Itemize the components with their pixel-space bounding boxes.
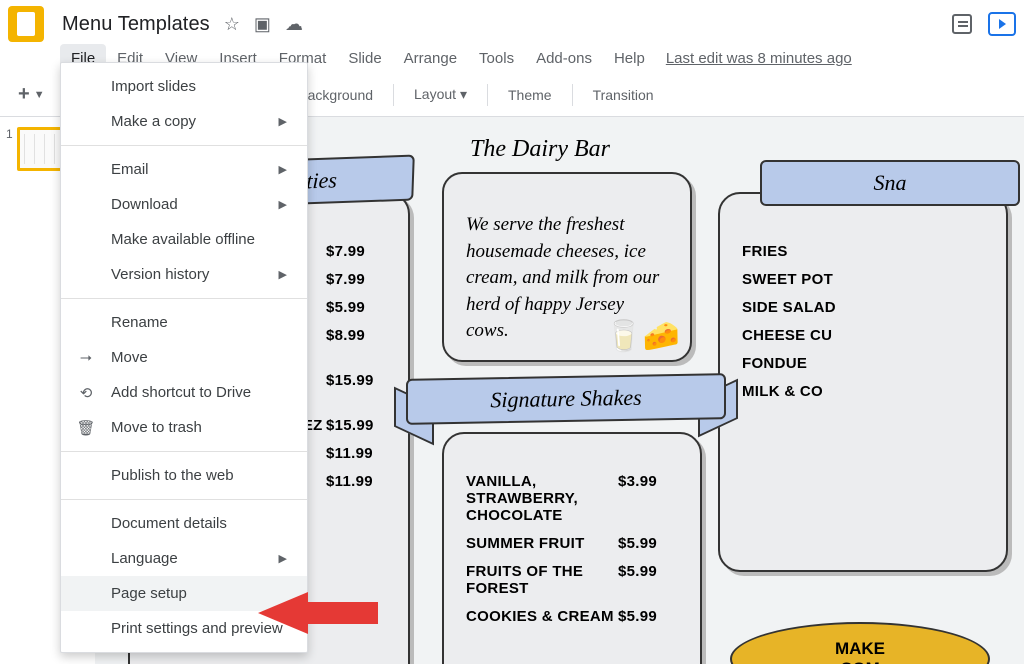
menuitem-icon: ⭢	[77, 349, 95, 367]
menuitem-add-shortcut-to-drive[interactable]: ⟲Add shortcut to Drive	[61, 375, 307, 410]
menuitem-version-history[interactable]: Version history▶	[61, 257, 307, 292]
menuitem-icon: 🗑	[77, 419, 95, 437]
layout-button[interactable]: Layout ▾	[406, 82, 475, 107]
combo-badge: MAKE COM	[730, 622, 990, 664]
present-button[interactable]	[988, 12, 1016, 36]
annotation-arrow-icon	[258, 592, 378, 632]
menuitem-make-a-copy[interactable]: Make a copy▶	[61, 104, 307, 139]
file-menu-dropdown: Import slidesMake a copy▶ Email▶Download▶…	[60, 62, 308, 653]
menu-item-row: Sweet Pot	[742, 271, 984, 288]
slides-logo-icon[interactable]	[8, 6, 44, 42]
move-folder-icon[interactable]: ▣	[254, 14, 271, 35]
menuitem-email[interactable]: Email▶	[61, 152, 307, 187]
submenu-arrow-icon: ▶	[279, 268, 287, 281]
menuitem-document-details[interactable]: Document details	[61, 506, 307, 541]
slide-thumb-number: 1	[6, 127, 13, 171]
menuitem-publish-to-the-web[interactable]: Publish to the web	[61, 458, 307, 493]
menuitem-move-to-trash[interactable]: 🗑Move to trash	[61, 410, 307, 445]
shakes-menu-box: Vanilla, Strawberry, Chocolate$3.99 Summe…	[442, 432, 702, 664]
milk-icon: 🥛🧀	[605, 319, 680, 354]
menuitem-import-slides[interactable]: Import slides	[61, 69, 307, 104]
menuitem-make-available-offline[interactable]: Make available offline	[61, 222, 307, 257]
new-slide-button[interactable]: +▼	[10, 79, 53, 110]
menu-item-row: Side Salad	[742, 299, 984, 316]
menu-item-row: Fondue	[742, 355, 984, 372]
description-box: We serve the freshest housemade cheeses,…	[442, 172, 692, 362]
submenu-arrow-icon: ▶	[279, 115, 287, 128]
title-bar: Menu Templates ☆ ▣ ☁	[0, 0, 1024, 42]
last-edit-label[interactable]: Last edit was 8 minutes ago	[666, 50, 852, 67]
slide-restaurant-title: The Dairy Bar	[470, 136, 610, 163]
menu-item-row: Cheese Cu	[742, 327, 984, 344]
menu-slide[interactable]: Slide	[337, 44, 392, 73]
menu-item-row: Fries	[742, 243, 984, 260]
menuitem-download[interactable]: Download▶	[61, 187, 307, 222]
snacks-ribbon: Sna	[760, 160, 1020, 206]
theme-button[interactable]: Theme	[500, 83, 560, 107]
submenu-arrow-icon: ▶	[279, 198, 287, 211]
menu-item-row: Milk & Co	[742, 383, 984, 400]
menu-item-row: Fruits of the Forest$5.99	[466, 563, 678, 597]
menu-item-row: Summer Fruit$5.99	[466, 535, 678, 552]
menuitem-icon: ⟲	[77, 384, 95, 402]
menu-arrange[interactable]: Arrange	[393, 44, 468, 73]
cloud-status-icon[interactable]: ☁	[285, 14, 303, 35]
transition-button[interactable]: Transition	[585, 83, 662, 107]
menuitem-rename[interactable]: Rename	[61, 305, 307, 340]
submenu-arrow-icon: ▶	[279, 552, 287, 565]
menu-help[interactable]: Help	[603, 44, 656, 73]
menu-add-ons[interactable]: Add-ons	[525, 44, 603, 73]
snacks-menu-box: Fries Sweet Pot Side Salad Cheese Cu Fondue M…	[718, 192, 1008, 572]
star-icon[interactable]: ☆	[224, 14, 240, 35]
shakes-ribbon: Signature Shakes	[406, 373, 726, 425]
menuitem-language[interactable]: Language▶	[61, 541, 307, 576]
menu-item-row: Cookies & Cream$5.99	[466, 608, 678, 625]
submenu-arrow-icon: ▶	[279, 163, 287, 176]
menu-item-row: Vanilla, Strawberry, Chocolate$3.99	[466, 473, 678, 524]
comments-icon[interactable]	[952, 14, 972, 34]
menu-tools[interactable]: Tools	[468, 44, 525, 73]
menuitem-move[interactable]: ⭢Move	[61, 340, 307, 375]
document-title[interactable]: Menu Templates	[62, 13, 210, 36]
